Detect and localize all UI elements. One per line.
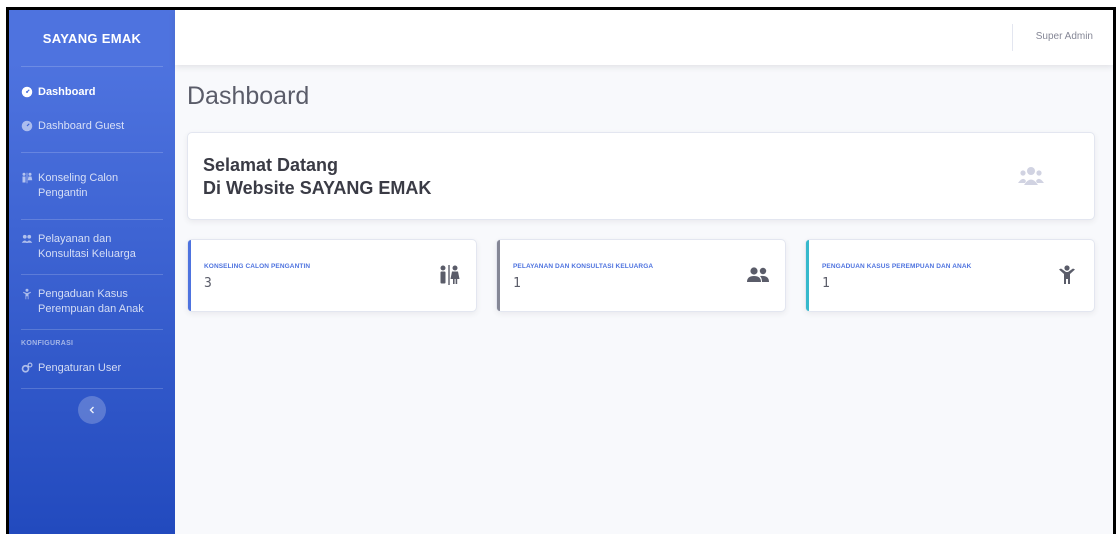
stat-label: KONSELING CALON PENGANTIN bbox=[204, 263, 311, 270]
sidebar-item-pelayanan[interactable]: Pelayanan dan Konsultasi Keluarga bbox=[9, 232, 175, 262]
stat-value: 1 bbox=[822, 276, 830, 291]
restroom-icon bbox=[440, 265, 460, 285]
stat-value: 1 bbox=[513, 276, 521, 291]
users-icon bbox=[21, 234, 33, 243]
stat-card-pengaduan: PENGADUAN KASUS PEREMPUAN DAN ANAK 1 bbox=[805, 239, 1095, 312]
sidebar-toggle-button[interactable] bbox=[78, 396, 106, 424]
stat-card-pelayanan: PELAYANAN DAN KONSULTASI KELUARGA 1 bbox=[496, 239, 786, 312]
topbar: Super Admin bbox=[175, 10, 1113, 65]
sidebar-heading: KONFIGURASI bbox=[21, 340, 74, 347]
stat-label: PELAYANAN DAN KONSULTASI KELUARGA bbox=[513, 263, 654, 270]
topbar-divider bbox=[1012, 24, 1013, 51]
sidebar-divider bbox=[21, 274, 163, 275]
sidebar-item-pengaduan[interactable]: Pengaduan Kasus Perempuan dan Anak bbox=[9, 287, 175, 317]
sidebar-item-label: Konseling Calon Pengantin bbox=[38, 172, 119, 199]
sidebar-item-label: Pengaturan User bbox=[38, 362, 122, 374]
child-icon bbox=[23, 288, 31, 300]
brand-logo[interactable]: SAYANG EMAK bbox=[9, 10, 175, 66]
sidebar-item-label: Pengaduan Kasus Perempuan dan Anak bbox=[38, 288, 144, 315]
restroom-icon bbox=[22, 172, 33, 184]
sidebar-item-label: Dashboard bbox=[38, 86, 96, 98]
cogs-icon bbox=[21, 362, 33, 373]
sidebar-divider bbox=[21, 388, 163, 389]
chevron-left-icon bbox=[89, 406, 94, 414]
child-icon bbox=[1059, 265, 1075, 284]
app-window: SAYANG EMAK Dashboard Dashboard Guest Ko… bbox=[6, 7, 1116, 534]
sidebar-divider bbox=[21, 329, 163, 330]
sidebar-item-pengaturan-user[interactable]: Pengaturan User bbox=[9, 361, 175, 376]
sidebar-divider bbox=[21, 152, 163, 153]
user-friends-icon bbox=[747, 267, 769, 282]
card-accent-bar bbox=[497, 240, 500, 311]
user-menu[interactable]: Super Admin bbox=[1036, 31, 1093, 42]
tachometer-icon bbox=[21, 120, 33, 132]
sidebar: SAYANG EMAK Dashboard Dashboard Guest Ko… bbox=[9, 10, 175, 534]
welcome-card: Selamat Datang Di Website SAYANG EMAK bbox=[187, 132, 1095, 220]
stat-value: 3 bbox=[204, 276, 212, 291]
stat-card-konseling: KONSELING CALON PENGANTIN 3 bbox=[187, 239, 477, 312]
page-title: Dashboard bbox=[187, 82, 310, 110]
sidebar-divider bbox=[21, 66, 163, 67]
sidebar-divider bbox=[21, 219, 163, 220]
welcome-subtitle: Di Website SAYANG EMAK bbox=[203, 178, 432, 198]
users-icon bbox=[1018, 167, 1044, 185]
card-accent-bar bbox=[188, 240, 191, 311]
stat-label: PENGADUAN KASUS PEREMPUAN DAN ANAK bbox=[822, 263, 972, 270]
sidebar-item-konseling[interactable]: Konseling Calon Pengantin bbox=[9, 171, 175, 201]
sidebar-item-label: Dashboard Guest bbox=[38, 120, 125, 132]
card-accent-bar bbox=[806, 240, 809, 311]
sidebar-item-dashboard[interactable]: Dashboard bbox=[9, 85, 175, 100]
sidebar-item-dashboard-guest[interactable]: Dashboard Guest bbox=[9, 119, 175, 134]
sidebar-item-label: Pelayanan dan Konsultasi Keluarga bbox=[38, 233, 136, 260]
welcome-title: Selamat Datang bbox=[203, 155, 339, 175]
tachometer-icon bbox=[21, 86, 33, 98]
